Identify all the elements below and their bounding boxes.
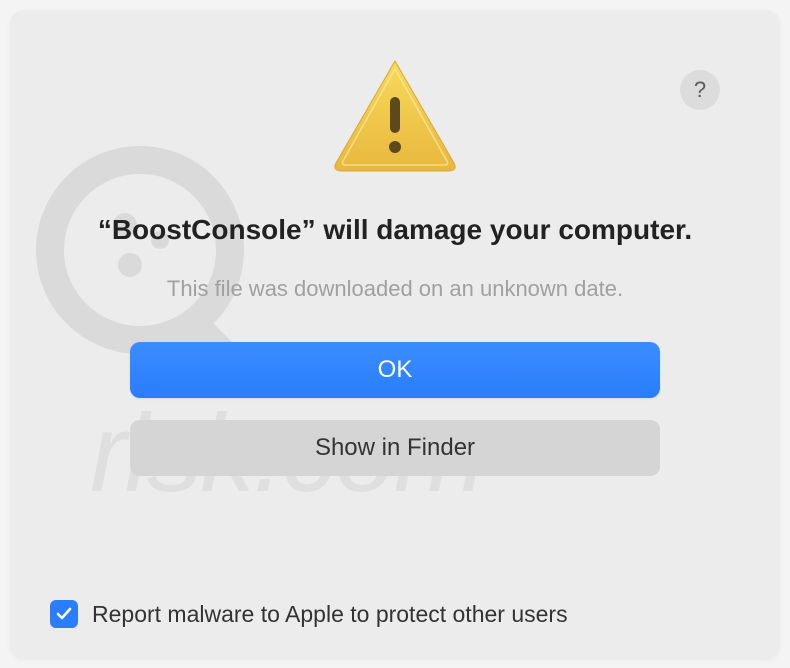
- checkmark-icon: [55, 605, 73, 623]
- help-button[interactable]: ?: [680, 70, 720, 110]
- alert-dialog: risk.com ? “BoostConsole” will damage yo…: [10, 10, 780, 658]
- show-in-finder-button[interactable]: Show in Finder: [130, 420, 660, 476]
- report-malware-row: Report malware to Apple to protect other…: [50, 600, 568, 628]
- warning-icon: [330, 55, 460, 180]
- dialog-title: “BoostConsole” will damage your computer…: [58, 212, 732, 248]
- report-malware-label: Report malware to Apple to protect other…: [92, 601, 568, 628]
- help-icon: ?: [694, 77, 706, 103]
- report-malware-checkbox[interactable]: [50, 600, 78, 628]
- ok-button[interactable]: OK: [130, 342, 660, 398]
- button-stack: OK Show in Finder: [130, 342, 660, 476]
- dialog-subtitle: This file was downloaded on an unknown d…: [167, 276, 623, 302]
